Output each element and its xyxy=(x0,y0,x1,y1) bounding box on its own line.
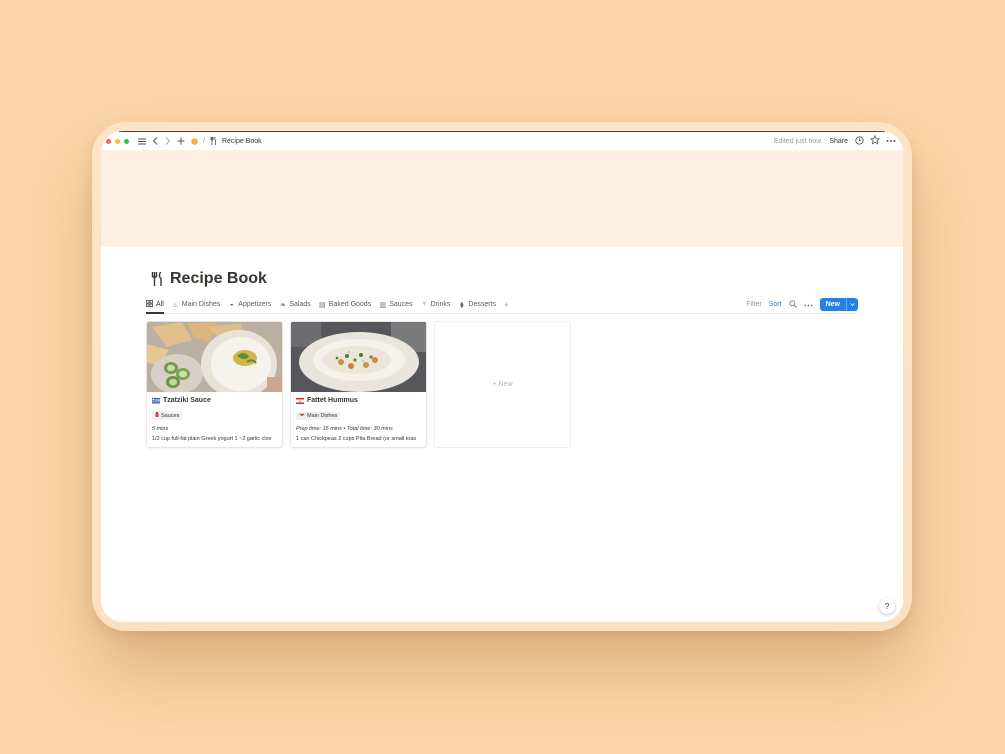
tab-baked-goods[interactable]: ▤ Baked Goods xyxy=(319,296,371,313)
fork-knife-icon[interactable] xyxy=(151,271,163,286)
sauce-icon: ▥ xyxy=(379,301,387,309)
view-tabs: All ♨ Main Dishes ◒ Appetizers ❧ Salads … xyxy=(146,296,858,314)
leaf-icon: ❧ xyxy=(279,301,286,309)
page-title[interactable]: Recipe Book xyxy=(170,270,267,288)
share-button[interactable]: Share xyxy=(829,138,848,145)
workspace-icon[interactable] xyxy=(189,136,199,146)
category-badge: Main Dishes xyxy=(296,412,341,420)
more-options-icon[interactable] xyxy=(803,300,813,309)
edited-status: Edited just now xyxy=(773,137,822,145)
page-cover[interactable] xyxy=(101,150,903,247)
tab-sauces[interactable]: ▥ Sauces xyxy=(379,296,412,313)
help-button[interactable]: ? xyxy=(879,598,895,614)
gallery-card[interactable]: Fattet Hummus Main Dishes Prep time: 15 … xyxy=(290,321,427,448)
favorite-star-icon[interactable] xyxy=(869,134,881,147)
card-cover-image xyxy=(291,322,426,392)
filter-button[interactable]: Filter xyxy=(746,301,762,308)
badge-label: Sauces xyxy=(161,412,180,419)
bowl-icon: ◒ xyxy=(229,301,234,308)
pot-icon: ♨ xyxy=(172,301,179,309)
card-ingredients: 1 can Chickpeas 2 cups Pita Bread (or sm… xyxy=(296,436,417,442)
grid-icon xyxy=(146,300,153,309)
tab-drinks[interactable]: ♆ Drinks xyxy=(421,296,451,313)
card-cover-image xyxy=(147,322,282,392)
device-frame: / Recipe Book Edited just now Share Reci… xyxy=(92,122,912,631)
add-view-icon[interactable]: + xyxy=(504,300,509,310)
tab-all[interactable]: All xyxy=(146,296,164,314)
lebanon-flag-icon xyxy=(296,397,304,404)
card-title: Tzatziki Sauce xyxy=(152,397,277,404)
pot-icon xyxy=(299,413,305,419)
search-icon[interactable] xyxy=(788,299,797,310)
tab-salads[interactable]: ❧ Salads xyxy=(279,296,311,313)
breadcrumb-page[interactable]: Recipe Book xyxy=(222,138,262,145)
breadcrumb-separator: / xyxy=(203,137,205,145)
card-time: Prep time: 15 mins • Total time: 30 mins xyxy=(296,426,393,432)
zoom-window-button[interactable] xyxy=(124,138,129,144)
new-button-group: New xyxy=(819,298,858,311)
new-button[interactable]: New xyxy=(820,298,846,311)
app-window: / Recipe Book Edited just now Share Reci… xyxy=(101,131,903,622)
cup-icon: ♆ xyxy=(421,301,427,308)
tab-label: Drinks xyxy=(430,301,451,308)
new-card-label: + New xyxy=(492,381,513,388)
tab-main-dishes[interactable]: ♨ Main Dishes xyxy=(172,296,221,313)
history-icon[interactable] xyxy=(855,135,864,147)
greece-flag-icon xyxy=(152,397,160,404)
add-page-icon[interactable] xyxy=(176,136,186,146)
new-card-button[interactable]: + New xyxy=(434,321,571,448)
sauce-icon xyxy=(155,412,159,419)
tab-desserts[interactable]: ⧫ Desserts xyxy=(458,296,496,313)
top-bar: / Recipe Book Edited just now Share xyxy=(101,132,903,150)
tab-label: Appetizers xyxy=(238,301,272,308)
sort-button[interactable]: Sort xyxy=(769,301,782,308)
tab-label: Salads xyxy=(289,301,311,308)
minimize-window-button[interactable] xyxy=(115,138,120,144)
forward-arrow-icon[interactable] xyxy=(163,136,173,146)
tab-label: Baked Goods xyxy=(328,301,372,308)
gallery-card[interactable]: Tzatziki Sauce Sauces 5 mins 1/2 cup ful… xyxy=(146,321,283,448)
close-window-button[interactable] xyxy=(106,138,111,144)
sidebar-menu-icon[interactable] xyxy=(137,136,147,146)
chevron-down-icon[interactable] xyxy=(846,298,858,311)
page-header: Recipe Book xyxy=(151,270,267,288)
card-time: 5 mins xyxy=(152,426,169,432)
more-options-icon[interactable] xyxy=(886,138,896,145)
back-arrow-icon[interactable] xyxy=(150,136,160,146)
bread-icon: ▤ xyxy=(318,301,326,309)
card-title-text: Tzatziki Sauce xyxy=(163,397,211,404)
badge-label: Main Dishes xyxy=(307,413,338,419)
help-label: ? xyxy=(884,601,890,611)
fork-knife-icon xyxy=(209,136,219,146)
tab-label: Main Dishes xyxy=(181,301,221,308)
category-badge: Sauces xyxy=(152,411,183,420)
database-actions: Filter Sort New xyxy=(746,298,858,311)
tab-appetizers[interactable]: ◒ Appetizers xyxy=(228,296,272,313)
card-title: Fattet Hummus xyxy=(296,397,421,404)
dessert-icon: ⧫ xyxy=(460,301,464,309)
card-ingredients: 1/2 cup full-fat plain Greek yogurt 1 ~2… xyxy=(152,436,272,442)
tab-label: Desserts xyxy=(468,301,497,308)
tab-label: All xyxy=(156,301,164,308)
tab-label: Sauces xyxy=(389,301,413,308)
traffic-lights xyxy=(106,138,129,144)
card-title-text: Fattet Hummus xyxy=(307,397,358,404)
gallery-view: Tzatziki Sauce Sauces 5 mins 1/2 cup ful… xyxy=(146,321,571,448)
